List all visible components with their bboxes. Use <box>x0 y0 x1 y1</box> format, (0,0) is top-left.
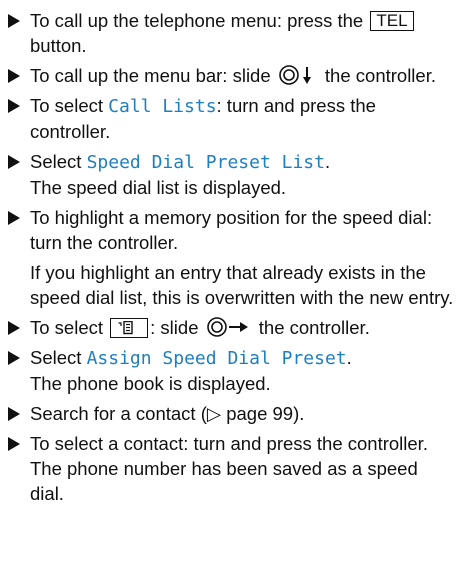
bullet-triangle-icon <box>8 99 20 113</box>
bullet-triangle-icon <box>8 321 20 335</box>
bullet-triangle-icon <box>8 437 20 451</box>
step-select-phonebook: To select : slide the controller. <box>8 315 456 340</box>
bullet-triangle-icon <box>8 351 20 365</box>
menu-item-call-lists: Call Lists <box>108 96 217 117</box>
bullet-triangle-icon <box>8 14 20 28</box>
step-text: To highlight a memory position for the s… <box>30 207 433 253</box>
phone-book-softkey-icon <box>110 318 149 338</box>
step-text: To call up the telephone menu: press the… <box>30 8 456 58</box>
step-tel-menu: To call up the telephone menu: press the… <box>8 8 456 58</box>
bullet-triangle-icon <box>8 69 20 83</box>
step-result: The phone book is displayed. <box>30 373 271 394</box>
bullet-triangle-icon <box>8 211 20 225</box>
menu-item-assign-speed-dial-preset: Assign Speed Dial Preset <box>86 348 347 369</box>
bullet-triangle-icon <box>8 155 20 169</box>
step-menu-bar: To call up the menu bar: slide the contr… <box>8 63 456 88</box>
step-call-lists: To select Call Lists: turn and press the… <box>8 93 456 144</box>
step-assign-preset: Select Assign Speed Dial Preset. The pho… <box>8 345 456 396</box>
step-select-contact: To select a contact: turn and press the … <box>8 431 456 506</box>
tel-key: TEL <box>370 11 414 31</box>
step-highlight-memory: To highlight a memory position for the s… <box>8 205 456 310</box>
step-text: Select Speed Dial Preset List. <box>30 151 331 173</box>
step-result: The phone number has been saved as a spe… <box>30 458 418 504</box>
step-text: To select : slide the controller. <box>30 316 370 338</box>
controller-slide-down-icon <box>278 64 318 86</box>
instruction-list: To call up the telephone menu: press the… <box>0 0 462 506</box>
step-search-contact: Search for a contact (▷ page 99). <box>8 401 456 426</box>
step-text: To select Call Lists: turn and press the… <box>30 95 376 142</box>
step-speed-dial-list: Select Speed Dial Preset List. The speed… <box>8 149 456 200</box>
step-note: If you highlight an entry that already e… <box>30 262 454 308</box>
step-text: To call up the menu bar: slide the contr… <box>30 64 436 86</box>
step-result: The speed dial list is displayed. <box>30 177 287 198</box>
step-text: Select Assign Speed Dial Preset. <box>30 347 352 369</box>
bullet-triangle-icon <box>8 407 20 421</box>
step-text: Search for a contact (▷ page 99). <box>30 403 305 424</box>
step-text: To select a contact: turn and press the … <box>30 433 428 454</box>
controller-slide-right-icon <box>206 316 252 338</box>
menu-item-speed-dial-preset-list: Speed Dial Preset List <box>86 152 325 173</box>
